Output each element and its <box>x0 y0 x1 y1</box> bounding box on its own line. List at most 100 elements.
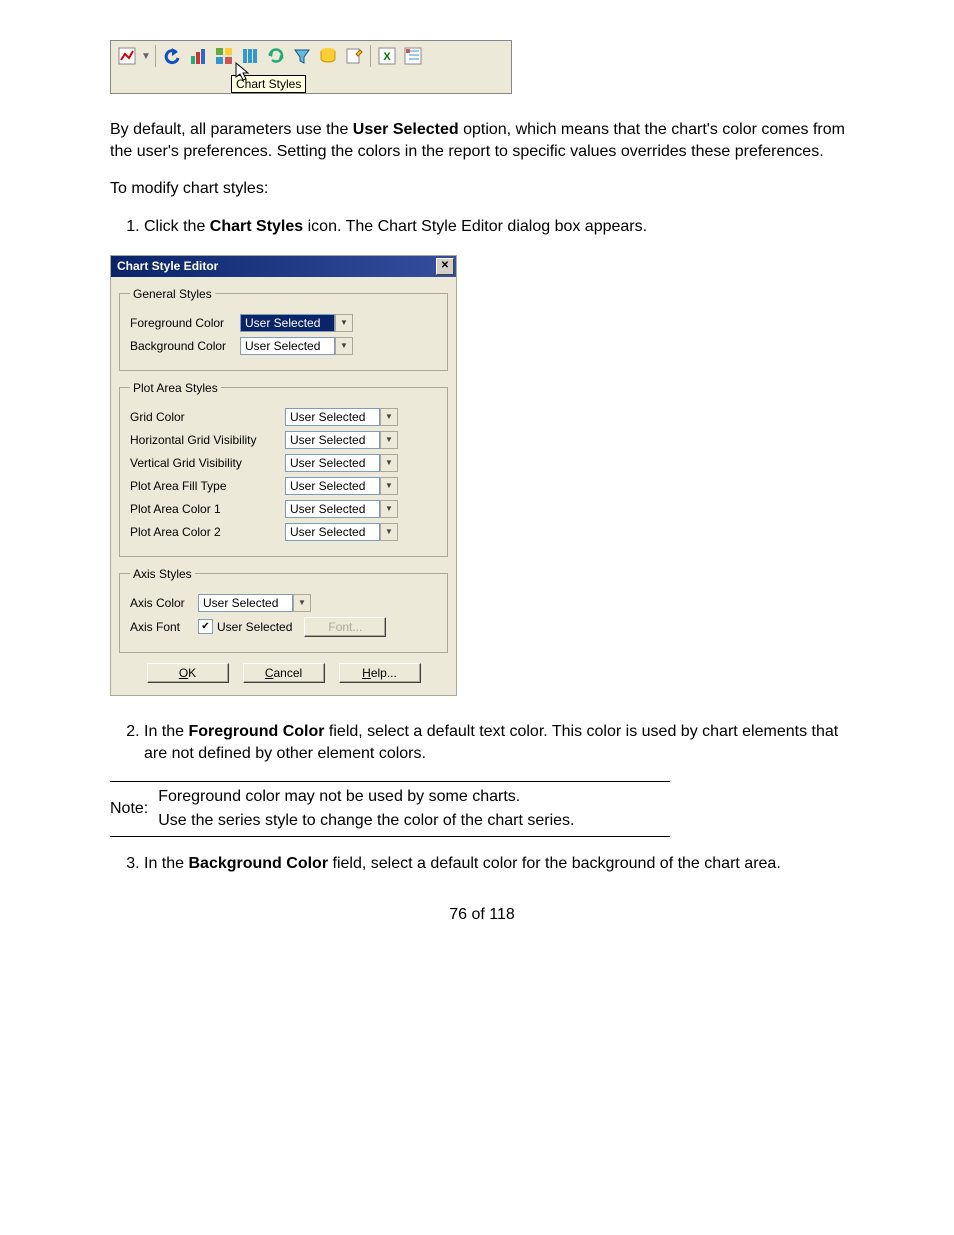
group-legend: Plot Area Styles <box>130 381 221 395</box>
vgrid-visibility-label: Vertical Grid Visibility <box>130 456 285 470</box>
dropdown-icon[interactable]: ▼ <box>335 314 353 332</box>
axis-font-checkbox[interactable]: ✔ <box>198 619 213 634</box>
bold-text: Background Color <box>188 855 328 872</box>
plot-color1-select[interactable]: User Selected ▼ <box>285 500 398 518</box>
svg-text:X: X <box>383 51 391 63</box>
step-1: Click the Chart Styles icon. The Chart S… <box>144 216 854 238</box>
dropdown-icon[interactable]: ▼ <box>380 408 398 426</box>
dialog-button-row: OK Cancel Help... <box>119 663 448 683</box>
hgrid-visibility-select[interactable]: User Selected ▼ <box>285 431 398 449</box>
bold-text: Foreground Color <box>188 723 324 740</box>
note-box: Note: Foreground color may not be used b… <box>110 781 670 837</box>
dropdown-icon[interactable]: ▼ <box>380 454 398 472</box>
background-color-select[interactable]: User Selected ▼ <box>240 337 353 355</box>
dropdown-icon[interactable]: ▼ <box>335 337 353 355</box>
dropdown-icon[interactable]: ▼ <box>380 500 398 518</box>
select-value: User Selected <box>285 477 380 495</box>
dropdown-icon[interactable]: ▼ <box>380 477 398 495</box>
plot-color1-row: Plot Area Color 1 User Selected ▼ <box>130 500 437 518</box>
group-legend: General Styles <box>130 287 215 301</box>
paragraph-1: By default, all parameters use the User … <box>110 119 854 164</box>
plot-color1-label: Plot Area Color 1 <box>130 502 285 516</box>
foreground-color-label: Foreground Color <box>130 316 240 330</box>
note-content: Foreground color may not be used by some… <box>158 788 574 830</box>
plot-color2-select[interactable]: User Selected ▼ <box>285 523 398 541</box>
select-value: User Selected <box>285 500 380 518</box>
text: In the <box>144 723 188 740</box>
note-label: Note: <box>110 800 158 818</box>
plot-color2-label: Plot Area Color 2 <box>130 525 285 539</box>
grid-color-select[interactable]: User Selected ▼ <box>285 408 398 426</box>
toolbar-screenshot: ▼ X C <box>110 40 512 94</box>
axis-color-row: Axis Color User Selected ▼ <box>130 594 437 612</box>
background-color-label: Background Color <box>130 339 240 353</box>
step-2: In the Foreground Color field, select a … <box>144 721 854 766</box>
undo-icon <box>160 44 184 68</box>
foreground-color-row: Foreground Color User Selected ▼ <box>130 314 437 332</box>
refresh-icon <box>264 44 288 68</box>
filter-icon <box>290 44 314 68</box>
page-number: 76 of 118 <box>110 906 854 924</box>
close-button[interactable]: ✕ <box>436 258 454 275</box>
select-value: User Selected <box>198 594 293 612</box>
cancel-button[interactable]: Cancel <box>243 663 325 683</box>
chart-icon <box>115 44 139 68</box>
background-color-row: Background Color User Selected ▼ <box>130 337 437 355</box>
vgrid-visibility-row: Vertical Grid Visibility User Selected ▼ <box>130 454 437 472</box>
dialog-title: Chart Style Editor <box>117 259 218 273</box>
excel-icon: X <box>375 44 399 68</box>
grid-color-row: Grid Color User Selected ▼ <box>130 408 437 426</box>
chart-style-editor-dialog: Chart Style Editor ✕ General Styles Fore… <box>110 255 457 696</box>
hgrid-visibility-label: Horizontal Grid Visibility <box>130 433 285 447</box>
edit-icon <box>342 44 366 68</box>
general-styles-group: General Styles Foreground Color User Sel… <box>119 287 448 371</box>
group-legend: Axis Styles <box>130 567 195 581</box>
note-line-1: Foreground color may not be used by some… <box>158 788 574 806</box>
axis-font-label: Axis Font <box>130 620 198 634</box>
axis-font-check-label: User Selected <box>217 620 292 634</box>
axis-color-select[interactable]: User Selected ▼ <box>198 594 311 612</box>
step-3: In the Background Color field, select a … <box>144 853 854 875</box>
dialog-titlebar: Chart Style Editor ✕ <box>111 256 456 277</box>
toolbar-row: ▼ X <box>111 41 511 71</box>
dialog-body: General Styles Foreground Color User Sel… <box>111 277 456 695</box>
text: By default, all parameters use the <box>110 121 353 138</box>
help-button[interactable]: Help... <box>339 663 421 683</box>
select-value: User Selected <box>285 408 380 426</box>
dropdown-icon[interactable]: ▼ <box>293 594 311 612</box>
bold-text: Chart Styles <box>210 218 303 235</box>
select-value: User Selected <box>285 431 380 449</box>
axis-color-label: Axis Color <box>130 596 198 610</box>
fill-type-row: Plot Area Fill Type User Selected ▼ <box>130 477 437 495</box>
fill-type-label: Plot Area Fill Type <box>130 479 285 493</box>
select-value: User Selected <box>240 314 335 332</box>
plot-area-styles-group: Plot Area Styles Grid Color User Selecte… <box>119 381 448 557</box>
text: In the <box>144 855 188 872</box>
text: icon. The Chart Style Editor dialog box … <box>303 218 647 235</box>
fill-type-select[interactable]: User Selected ▼ <box>285 477 398 495</box>
list-icon <box>401 44 425 68</box>
font-button[interactable]: Font... <box>304 617 386 637</box>
foreground-color-select[interactable]: User Selected ▼ <box>240 314 353 332</box>
axis-styles-group: Axis Styles Axis Color User Selected ▼ A… <box>119 567 448 653</box>
hgrid-visibility-row: Horizontal Grid Visibility User Selected… <box>130 431 437 449</box>
chart-styles-icon <box>186 44 210 68</box>
text: Click the <box>144 218 210 235</box>
tooltip: Chart Styles <box>231 75 306 93</box>
dropdown-icon[interactable]: ▼ <box>380 431 398 449</box>
dropdown-icon[interactable]: ▼ <box>380 523 398 541</box>
note-line-2: Use the series style to change the color… <box>158 812 574 830</box>
plot-color2-row: Plot Area Color 2 User Selected ▼ <box>130 523 437 541</box>
grid-color-label: Grid Color <box>130 410 285 424</box>
vgrid-visibility-select[interactable]: User Selected ▼ <box>285 454 398 472</box>
axis-font-row: Axis Font ✔ User Selected Font... <box>130 617 437 637</box>
layout-icon <box>212 44 236 68</box>
paragraph-2: To modify chart styles: <box>110 178 854 200</box>
select-value: User Selected <box>285 454 380 472</box>
toolbar-divider <box>155 45 156 67</box>
text: field, select a default color for the ba… <box>328 855 781 872</box>
ok-button[interactable]: OK <box>147 663 229 683</box>
database-icon <box>316 44 340 68</box>
chart-dropdown-icon: ▼ <box>141 51 151 62</box>
toolbar-divider <box>370 45 371 67</box>
